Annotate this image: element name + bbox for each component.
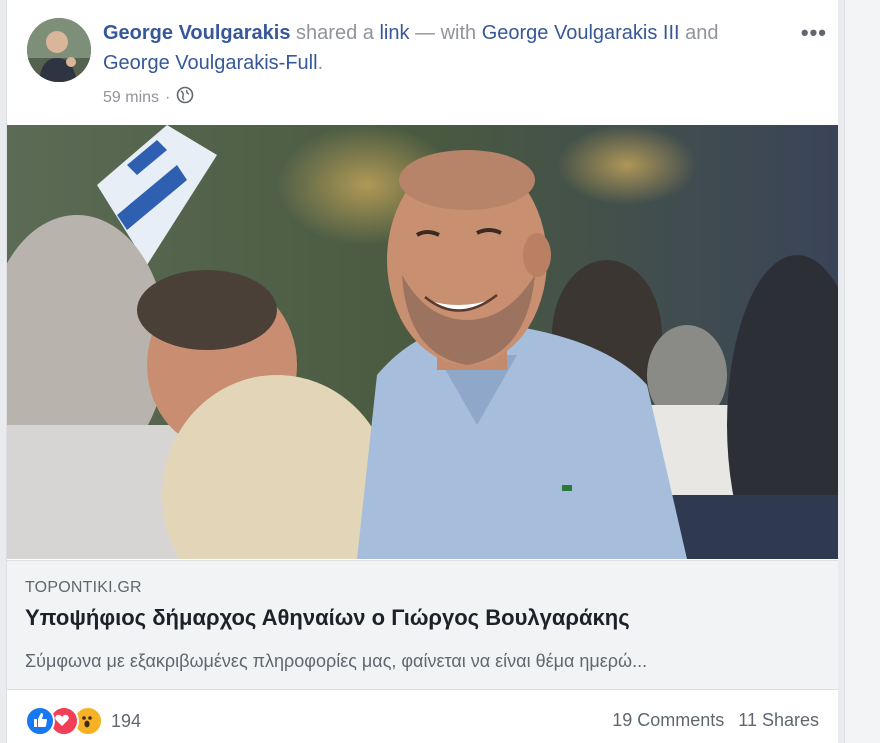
with-text: — with — [409, 22, 482, 44]
post-footer: 194 19 Comments 11 Shares — [7, 690, 839, 743]
avatar-image — [27, 18, 91, 82]
actor-name-link[interactable]: George Voulgarakis — [103, 22, 290, 44]
link-preview[interactable]: TOPONTIKI.GR Υποψήφιος δήμαρχος Αθηναίων… — [7, 560, 839, 690]
meta-separator: · — [165, 88, 171, 106]
and-text: and — [679, 22, 719, 44]
link-headline[interactable]: Υποψήφιος δήμαρχος Αθηναίων ο Γιώργος Βο… — [25, 605, 630, 631]
reactions-summary[interactable]: 194 — [25, 706, 141, 736]
link-snippet: Σύμφωνα με εξακριβωμένες πληροφορίες μας… — [25, 651, 648, 671]
link-preview-image[interactable] — [7, 125, 839, 559]
right-column-edge — [844, 0, 880, 743]
engagement-stats: 19 Comments 11 Shares — [612, 710, 819, 731]
photo-illustration — [7, 125, 839, 559]
post-byline: George Voulgarakis shared a link — with … — [103, 18, 783, 78]
post-card: George Voulgarakis shared a link — with … — [6, 0, 840, 743]
globe-icon[interactable] — [176, 86, 194, 109]
right-gutter — [838, 0, 880, 743]
post-timestamp[interactable]: 59 mins — [103, 89, 159, 107]
more-options-icon[interactable]: ••• — [801, 20, 827, 46]
tagged-user-2-link[interactable]: George Voulgarakis-Full — [103, 52, 318, 74]
avatar[interactable] — [27, 18, 91, 82]
shares-count-link[interactable]: 11 Shares — [738, 710, 819, 731]
post-meta: 59 mins · — [103, 86, 194, 109]
reaction-count: 194 — [111, 710, 142, 731]
comments-count-link[interactable]: 19 Comments — [612, 710, 724, 731]
action-text: shared a — [290, 22, 380, 44]
period-text: . — [317, 52, 324, 74]
post-header: George Voulgarakis shared a link — with … — [7, 0, 839, 124]
link-word[interactable]: link — [379, 22, 409, 44]
tagged-user-1-link[interactable]: George Voulgarakis III — [482, 22, 680, 44]
like-icon — [25, 706, 55, 736]
link-domain: TOPONTIKI.GR — [25, 579, 142, 596]
